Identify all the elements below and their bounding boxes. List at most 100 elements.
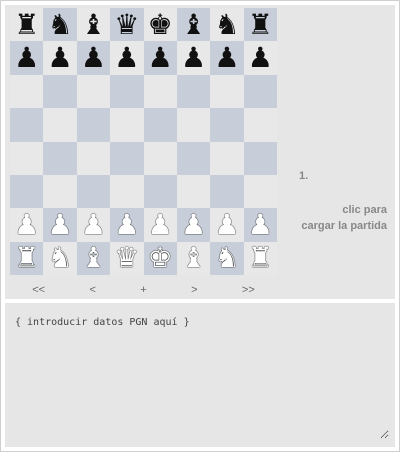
square-a4[interactable] [10,141,44,175]
white-pawn-icon[interactable]: ♟ [148,210,173,239]
load-game-hint[interactable]: clic para cargar la partida [301,202,387,234]
square-f3[interactable] [176,174,211,209]
pgn-input[interactable] [11,311,389,439]
square-g3[interactable] [210,174,244,209]
black-knight-icon[interactable]: ♞ [48,10,73,39]
white-pawn-icon[interactable]: ♟ [81,210,106,239]
square-e6[interactable] [143,74,177,109]
square-d8[interactable]: ♛ [110,8,144,42]
square-d5[interactable] [110,108,144,142]
square-g6[interactable] [210,74,244,109]
white-bishop-icon[interactable]: ♝ [181,244,206,272]
square-e4[interactable] [143,141,177,175]
square-a7[interactable]: ♟ [10,41,44,75]
square-b7[interactable]: ♟ [43,41,77,75]
black-pawn-icon[interactable]: ♟ [181,44,206,72]
square-a2[interactable]: ♟ [10,208,44,242]
black-pawn-icon[interactable]: ♟ [114,44,139,72]
square-g8[interactable]: ♞ [210,8,244,42]
square-g4[interactable] [210,141,244,175]
square-f7[interactable]: ♟ [176,41,211,75]
white-rook-icon[interactable]: ♜ [14,244,39,272]
square-f6[interactable] [176,74,211,109]
square-h1[interactable]: ♜ [243,241,277,275]
square-a5[interactable] [10,108,44,142]
next-move-button[interactable]: > [185,284,203,298]
square-g7[interactable]: ♟ [210,41,244,75]
square-c2[interactable]: ♟ [76,208,111,242]
black-rook-icon[interactable]: ♜ [14,10,39,39]
white-pawn-icon[interactable]: ♟ [214,210,239,239]
square-b2[interactable]: ♟ [43,208,77,242]
square-e1[interactable]: ♚ [143,241,177,275]
square-b6[interactable] [43,74,77,109]
chess-board[interactable]: ♜ ♞ ♝ ♛ ♚ ♝ ♞ ♜ ♟ ♟ ♟ ♟ ♟ ♟ ♟ ♟ ♟ ♟ ♟ ♟ ♟ ♟ ♟ ♟ ♜ ♞ ♝ ♛ ♚ ♝ ♞ ♜ [10,8,277,275]
black-rook-icon[interactable]: ♜ [248,10,273,39]
black-queen-icon[interactable]: ♛ [114,10,139,39]
white-pawn-icon[interactable]: ♟ [181,210,206,239]
black-knight-icon[interactable]: ♞ [214,10,239,39]
square-a6[interactable] [10,74,44,109]
square-d1[interactable]: ♛ [110,241,144,275]
square-b3[interactable] [43,174,77,209]
square-d6[interactable] [110,74,144,109]
square-c8[interactable]: ♝ [76,8,111,42]
square-a3[interactable] [10,174,44,209]
black-bishop-icon[interactable]: ♝ [181,10,206,39]
square-c7[interactable]: ♟ [76,41,111,75]
white-bishop-icon[interactable]: ♝ [81,244,106,272]
white-rook-icon[interactable]: ♜ [248,244,273,272]
white-pawn-icon[interactable]: ♟ [248,210,273,239]
square-f8[interactable]: ♝ [176,8,211,42]
square-h6[interactable] [243,74,277,109]
black-bishop-icon[interactable]: ♝ [81,10,106,39]
white-queen-icon[interactable]: ♛ [114,244,139,272]
white-pawn-icon[interactable]: ♟ [114,210,139,239]
square-a1[interactable]: ♜ [10,241,44,275]
square-h8[interactable]: ♜ [243,8,277,42]
white-pawn-icon[interactable]: ♟ [14,210,39,239]
white-king-icon[interactable]: ♚ [148,244,173,272]
square-b1[interactable]: ♞ [43,241,77,275]
white-knight-icon[interactable]: ♞ [214,244,239,272]
previous-move-button[interactable]: < [83,284,101,298]
square-d4[interactable] [110,141,144,175]
black-pawn-icon[interactable]: ♟ [214,44,239,72]
square-g5[interactable] [210,108,244,142]
square-h7[interactable]: ♟ [243,41,277,75]
square-f1[interactable]: ♝ [176,241,211,275]
first-move-button[interactable]: << [26,284,51,298]
white-pawn-icon[interactable]: ♟ [48,210,73,239]
square-d7[interactable]: ♟ [110,41,144,75]
square-b8[interactable]: ♞ [43,8,77,42]
square-e5[interactable] [143,108,177,142]
black-pawn-icon[interactable]: ♟ [14,44,39,72]
last-move-button[interactable]: >> [236,284,261,298]
square-a8[interactable]: ♜ [10,8,44,42]
square-d3[interactable] [110,174,144,209]
black-pawn-icon[interactable]: ♟ [81,44,106,72]
square-h4[interactable] [243,141,277,175]
square-f4[interactable] [176,141,211,175]
square-g2[interactable]: ♟ [210,208,244,242]
black-pawn-icon[interactable]: ♟ [48,44,73,72]
square-e3[interactable] [143,174,177,209]
square-c6[interactable] [76,74,111,109]
square-c3[interactable] [76,174,111,209]
square-b5[interactable] [43,108,77,142]
square-f5[interactable] [176,108,211,142]
square-c1[interactable]: ♝ [76,241,111,275]
flip-board-button[interactable]: + [134,284,152,298]
square-b4[interactable] [43,141,77,175]
black-king-icon[interactable]: ♚ [148,10,173,39]
black-pawn-icon[interactable]: ♟ [248,44,273,72]
square-h2[interactable]: ♟ [243,208,277,242]
square-e7[interactable]: ♟ [143,41,177,75]
square-h5[interactable] [243,108,277,142]
square-g1[interactable]: ♞ [210,241,244,275]
square-c5[interactable] [76,108,111,142]
square-e2[interactable]: ♟ [143,208,177,242]
square-e8[interactable]: ♚ [143,8,177,42]
square-f2[interactable]: ♟ [176,208,211,242]
black-pawn-icon[interactable]: ♟ [148,44,173,72]
